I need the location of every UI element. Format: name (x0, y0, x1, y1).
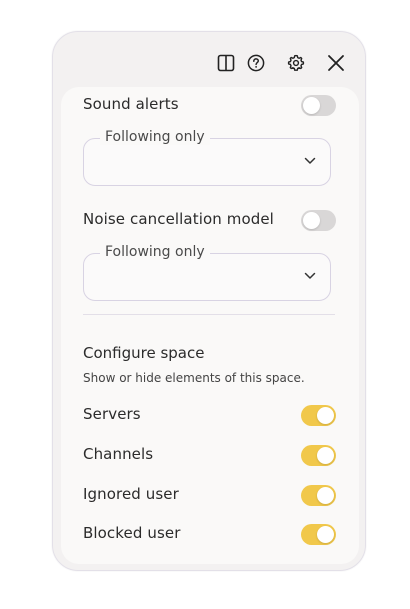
toggle-knob (317, 526, 334, 543)
toggle-knob (303, 97, 320, 114)
toggle-knob (317, 447, 334, 464)
noise-cancellation-toggle[interactable] (301, 210, 336, 231)
servers-toggle[interactable] (301, 405, 336, 426)
divider (83, 314, 335, 315)
toggle-knob (317, 487, 334, 504)
configure-space-title: Configure space (83, 344, 205, 362)
close-icon[interactable] (325, 52, 347, 74)
blocked-user-label: Blocked user (83, 524, 181, 542)
select-legend: Following only (100, 244, 210, 260)
gear-icon[interactable] (285, 52, 307, 74)
toggle-knob (303, 212, 320, 229)
chevron-down-icon (304, 272, 316, 279)
settings-card: Sound alerts Following only Noise cancel… (61, 87, 359, 564)
panel-toolbar (53, 32, 365, 88)
help-icon[interactable] (245, 52, 267, 74)
channels-toggle[interactable] (301, 445, 336, 466)
toggle-knob (317, 407, 334, 424)
sound-alerts-toggle[interactable] (301, 95, 336, 116)
sound-alerts-label: Sound alerts (83, 95, 179, 113)
panel-icon[interactable] (215, 52, 237, 74)
select-legend: Following only (100, 129, 210, 145)
chevron-down-icon (304, 157, 316, 164)
ignored-user-toggle[interactable] (301, 485, 336, 506)
noise-cancellation-select[interactable]: Following only (83, 244, 331, 301)
servers-label: Servers (83, 405, 141, 423)
sound-alerts-select[interactable]: Following only (83, 129, 331, 186)
ignored-user-label: Ignored user (83, 485, 179, 503)
channels-label: Channels (83, 445, 154, 463)
noise-cancellation-label: Noise cancellation model (83, 210, 274, 228)
configure-space-subtitle: Show or hide elements of this space. (83, 371, 305, 385)
blocked-user-toggle[interactable] (301, 524, 336, 545)
settings-panel: Sound alerts Following only Noise cancel… (52, 31, 366, 571)
